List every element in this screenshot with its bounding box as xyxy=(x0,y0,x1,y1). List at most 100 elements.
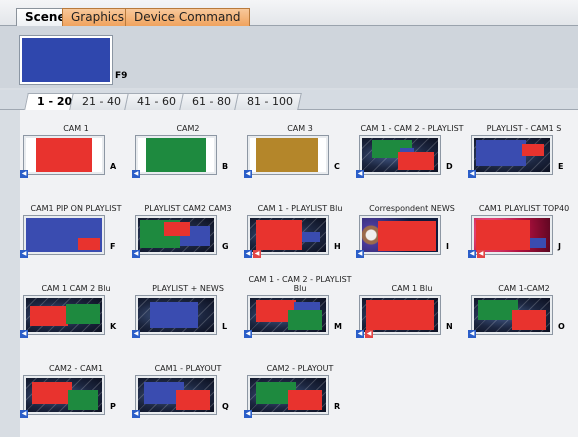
speaker-icon[interactable]: ◀ xyxy=(356,170,364,178)
scene-key: P xyxy=(110,402,116,411)
scene-key: D xyxy=(446,162,453,171)
page-tab-21-40[interactable]: 21 - 40 xyxy=(69,93,130,110)
scene-thumbnail[interactable] xyxy=(472,136,552,174)
scene-key: N xyxy=(446,322,453,331)
scene-cell[interactable]: CAM1 PLAYLIST TOP40 ◀ ◀ J xyxy=(468,190,578,260)
scene-thumbnail[interactable] xyxy=(136,136,216,174)
speaker-icon[interactable]: ◀ xyxy=(244,410,252,418)
page-tab-41-60[interactable]: 41 - 60 xyxy=(124,93,185,110)
mute-icon[interactable]: ◀ xyxy=(253,250,261,258)
scene-thumbnail[interactable] xyxy=(472,216,552,254)
scene-grid: CAM 1 ◀ A CAM2 ◀ B CAM 3 ◀ C CAM 1 - CAM… xyxy=(20,110,578,437)
scene-cell[interactable]: CAM1 - PLAYOUT ◀ Q xyxy=(132,350,244,420)
mute-icon[interactable]: ◀ xyxy=(477,250,485,258)
scene-thumbnail[interactable] xyxy=(24,136,104,174)
scene-title: CAM2 - PLAYOUT xyxy=(266,364,334,373)
scene-cell[interactable]: CAM 1 - CAM 2 - PLAYLIST Blu ◀ M xyxy=(244,270,356,340)
speaker-icon[interactable]: ◀ xyxy=(468,250,476,258)
scene-thumbnail[interactable] xyxy=(24,216,104,254)
speaker-icon[interactable]: ◀ xyxy=(468,330,476,338)
scene-thumbnail[interactable] xyxy=(248,136,328,174)
mute-icon[interactable]: ◀ xyxy=(365,330,373,338)
scene-key: E xyxy=(558,162,564,171)
scene-thumbnail[interactable] xyxy=(248,216,328,254)
scene-key: O xyxy=(558,322,565,331)
speaker-icon[interactable]: ◀ xyxy=(20,410,28,418)
scene-key: K xyxy=(110,322,117,331)
speaker-icon[interactable]: ◀ xyxy=(132,410,140,418)
scene-cell[interactable]: Correspondent NEWS ◀ I xyxy=(356,190,468,260)
top-tab-bar: Scene Graphics Device Command xyxy=(0,0,578,26)
scene-key: B xyxy=(222,162,229,171)
scene-cell[interactable]: CAM2 ◀ B xyxy=(132,110,244,180)
scene-key: C xyxy=(334,162,340,171)
scene-thumbnail[interactable] xyxy=(136,296,216,334)
scene-title: CAM2 - CAM1 xyxy=(48,364,104,373)
speaker-icon[interactable]: ◀ xyxy=(132,330,140,338)
scene-title: Correspondent NEWS xyxy=(369,204,455,213)
scene-key: G xyxy=(222,242,229,251)
speaker-icon[interactable]: ◀ xyxy=(132,170,140,178)
scene-title: CAM 1 - PLAYLIST Blu xyxy=(257,204,343,213)
scene-thumbnail[interactable] xyxy=(360,296,440,334)
speaker-icon[interactable]: ◀ xyxy=(244,330,252,338)
scene-cell[interactable]: PLAYLIST + NEWS ◀ L xyxy=(132,270,244,340)
scene-cell[interactable]: CAM1 PIP ON PLAYLIST ◀ F xyxy=(20,190,132,260)
scene-thumbnail[interactable] xyxy=(360,216,440,254)
speaker-icon[interactable]: ◀ xyxy=(468,170,476,178)
speaker-icon[interactable]: ◀ xyxy=(132,250,140,258)
scene-cell[interactable]: CAM2 - PLAYOUT ◀ R xyxy=(244,350,356,420)
scene-thumbnail[interactable] xyxy=(248,376,328,414)
page-tab-61-80[interactable]: 61 - 80 xyxy=(179,93,240,110)
scene-cell[interactable]: PLAYLIST CAM2 CAM3 ◀ G xyxy=(132,190,244,260)
page-tab-81-100[interactable]: 81 - 100 xyxy=(234,93,302,110)
scene-title: CAM 1 CAM 2 Blu xyxy=(41,284,111,293)
scene-cell[interactable]: CAM 1 - PLAYLIST Blu ◀ ◀ H xyxy=(244,190,356,260)
scene-cell[interactable]: PLAYLIST - CAM1 S ◀ E xyxy=(468,110,578,180)
scene-key: I xyxy=(446,242,449,251)
speaker-icon[interactable]: ◀ xyxy=(356,330,364,338)
scene-key: M xyxy=(334,322,342,331)
scene-title: CAM 1 xyxy=(63,124,89,133)
scene-title: CAM1 PLAYLIST TOP40 xyxy=(478,204,570,213)
speaker-icon[interactable]: ◀ xyxy=(244,170,252,178)
speaker-icon[interactable]: ◀ xyxy=(20,330,28,338)
scene-title: CAM1 - PLAYOUT xyxy=(154,364,222,373)
function-scene-thumbnail[interactable] xyxy=(20,36,112,84)
scene-title: CAM 1 Blu xyxy=(391,284,433,293)
tab-device-command[interactable]: Device Command xyxy=(125,8,250,26)
scene-title: CAM2 xyxy=(176,124,200,133)
scene-cell[interactable]: CAM 1 CAM 2 Blu ◀ K xyxy=(20,270,132,340)
scene-thumbnail[interactable] xyxy=(136,216,216,254)
scene-thumbnail[interactable] xyxy=(24,376,104,414)
scene-title: PLAYLIST CAM2 CAM3 xyxy=(144,204,232,213)
tab-graphics[interactable]: Graphics xyxy=(62,8,133,26)
scene-thumbnail[interactable] xyxy=(136,376,216,414)
scene-cell[interactable]: CAM 1 Blu ◀ ◀ N xyxy=(356,270,468,340)
scene-thumbnail[interactable] xyxy=(248,296,328,334)
scene-cell[interactable]: CAM 1 - CAM 2 - PLAYLIST ◀ D xyxy=(356,110,468,180)
scene-key: Q xyxy=(222,402,229,411)
scene-title: CAM 1 - CAM 2 - PLAYLIST Blu xyxy=(248,275,352,293)
scene-title: CAM 1 - CAM 2 - PLAYLIST xyxy=(360,124,464,133)
speaker-icon[interactable]: ◀ xyxy=(244,250,252,258)
scene-key: A xyxy=(110,162,117,171)
scene-title: CAM1 PIP ON PLAYLIST xyxy=(30,204,122,213)
scene-cell[interactable]: CAM 3 ◀ C xyxy=(244,110,356,180)
scene-thumbnail[interactable] xyxy=(472,296,552,334)
function-key-label: F9 xyxy=(115,71,128,81)
scene-thumbnail[interactable] xyxy=(24,296,104,334)
scene-cell[interactable]: CAM 1-CAM2 ◀ O xyxy=(468,270,578,340)
scene-cell[interactable]: CAM2 - CAM1 ◀ P xyxy=(20,350,132,420)
speaker-icon[interactable]: ◀ xyxy=(356,250,364,258)
scene-key: L xyxy=(222,322,228,331)
scene-key: H xyxy=(334,242,341,251)
scene-key: J xyxy=(558,242,561,251)
scene-key: F xyxy=(110,242,116,251)
scene-cell[interactable]: CAM 1 ◀ A xyxy=(20,110,132,180)
scene-thumbnail[interactable] xyxy=(360,136,440,174)
speaker-icon[interactable]: ◀ xyxy=(20,250,28,258)
scene-title: PLAYLIST + NEWS xyxy=(152,284,224,293)
speaker-icon[interactable]: ◀ xyxy=(20,170,28,178)
page-tab-bar: 1 - 20 21 - 40 41 - 60 61 - 80 81 - 100 xyxy=(0,90,578,110)
